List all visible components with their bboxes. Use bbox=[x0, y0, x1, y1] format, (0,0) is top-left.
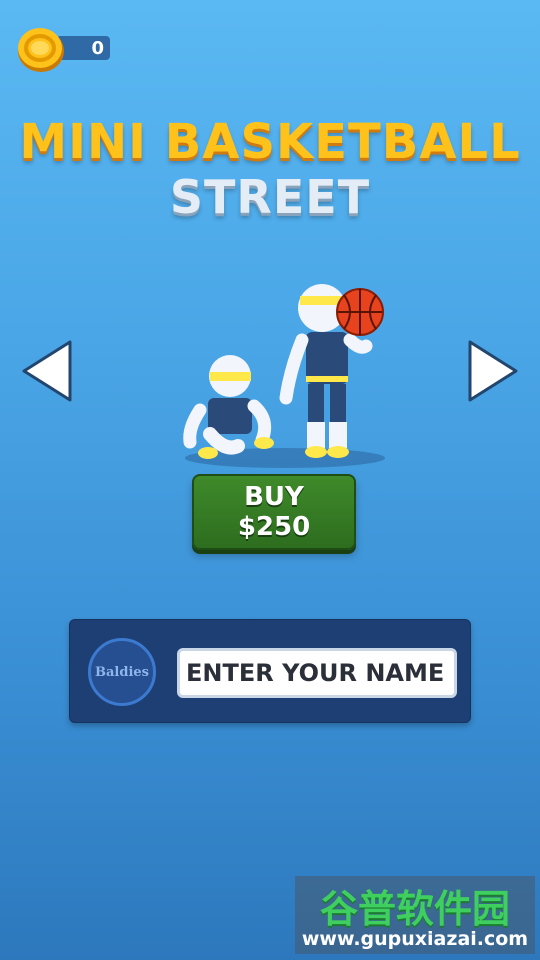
buy-label: BUY bbox=[244, 482, 304, 512]
badge-text: Baldies bbox=[95, 664, 149, 680]
watermark: 谷普软件园 www.gupuxiazai.com bbox=[295, 876, 535, 954]
name-panel: Baldies bbox=[69, 619, 471, 723]
buy-button[interactable]: BUY $250 bbox=[192, 474, 356, 550]
name-input[interactable] bbox=[177, 648, 457, 698]
basketball-icon bbox=[336, 288, 384, 336]
arrow-right-icon[interactable] bbox=[462, 338, 522, 404]
sitting-player bbox=[183, 355, 274, 459]
watermark-url: www.gupuxiazai.com bbox=[301, 928, 529, 950]
coin-icon bbox=[18, 28, 64, 72]
coin-count-label: 0 bbox=[91, 38, 104, 59]
buy-price: $250 bbox=[237, 512, 311, 542]
game-title: MINI BASKETBALL bbox=[19, 114, 521, 170]
arrow-left-icon[interactable] bbox=[18, 338, 78, 404]
game-subtitle: STREET bbox=[169, 170, 371, 224]
watermark-cn-text: 谷普软件园 bbox=[319, 887, 510, 931]
character-preview bbox=[183, 284, 385, 468]
profile-badge[interactable]: Baldies bbox=[88, 638, 156, 706]
